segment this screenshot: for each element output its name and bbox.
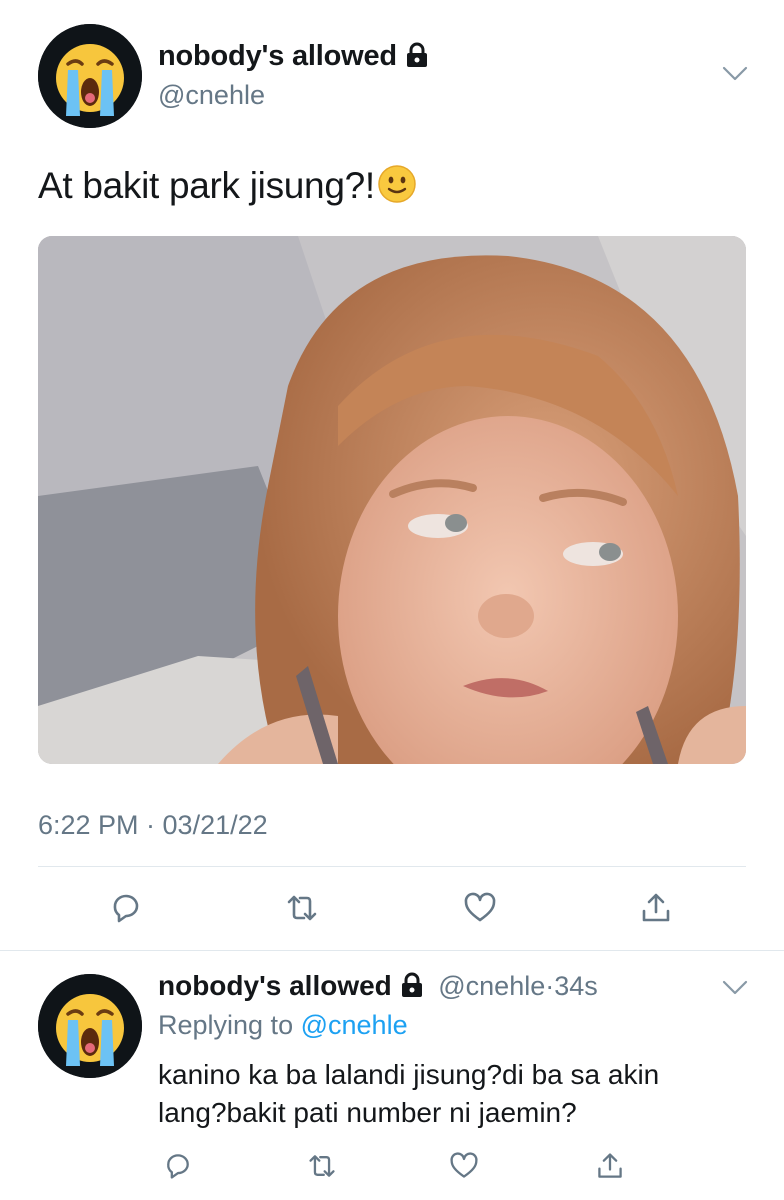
retweet-icon[interactable]	[282, 888, 322, 928]
lock-icon	[400, 972, 424, 1003]
replying-to-link[interactable]: @cnehle	[301, 1010, 408, 1040]
share-icon[interactable]	[636, 888, 676, 928]
slightly-smiling-face-icon	[377, 164, 417, 213]
user-handle[interactable]: @cnehle	[158, 80, 265, 111]
tweet-text: At bakit park jisung?!	[38, 164, 417, 213]
divider	[0, 950, 784, 951]
reply-text: kanino ka ba lalandi jisung?di ba sa aki…	[158, 1059, 660, 1128]
reply-display-name[interactable]: nobody's allowed	[158, 970, 392, 1001]
chevron-down-icon[interactable]	[722, 66, 748, 87]
divider	[38, 866, 746, 867]
reply-icon[interactable]	[158, 1146, 198, 1186]
reply-handle[interactable]: @cnehle	[438, 971, 545, 1001]
replying-to: Replying to @cnehle	[158, 1010, 408, 1040]
display-name[interactable]: nobody's allowed	[158, 40, 429, 76]
reply-header: nobody's allowed @cnehle·34s	[158, 970, 598, 1003]
reply-chevron-down-icon[interactable]	[722, 980, 748, 1001]
tweet-photo[interactable]	[38, 236, 746, 764]
share-icon[interactable]	[590, 1146, 630, 1186]
avatar[interactable]	[38, 24, 142, 128]
loudly-crying-face-icon	[38, 974, 142, 1078]
lock-icon	[405, 42, 429, 76]
reply-avatar[interactable]	[38, 974, 142, 1078]
reply-age[interactable]: 34s	[554, 971, 598, 1001]
meta-separator: ·	[545, 971, 555, 1001]
reply-icon[interactable]	[106, 888, 146, 928]
loudly-crying-face-icon	[38, 24, 142, 128]
retweet-icon[interactable]	[302, 1146, 342, 1186]
like-icon[interactable]	[460, 888, 500, 928]
photo-image	[38, 236, 746, 764]
tweet-timestamp[interactable]: 6:22 PM · 03/21/22	[38, 810, 268, 841]
like-icon[interactable]	[444, 1146, 484, 1186]
